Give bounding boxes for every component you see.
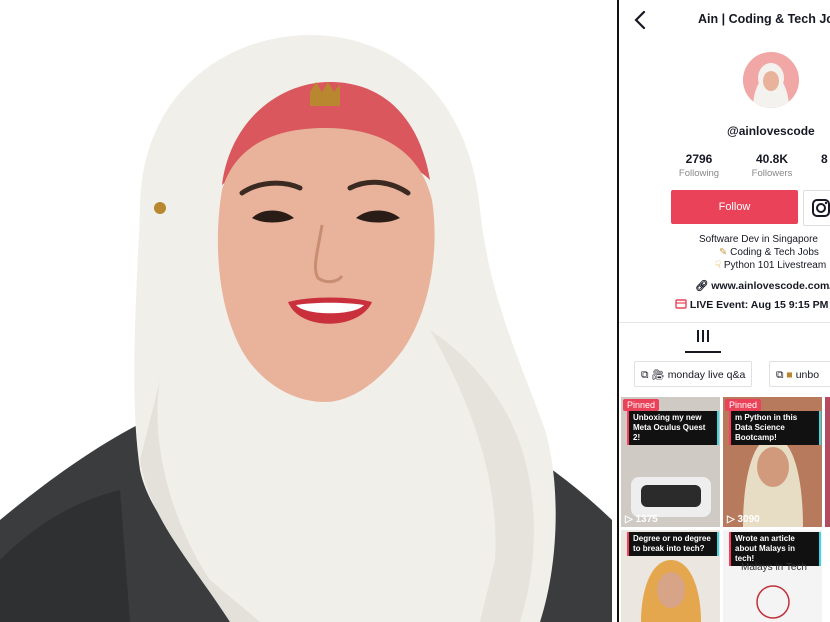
video-tile-1[interactable]: Pinned Unboxing my new Meta Oculus Quest… — [621, 397, 720, 527]
pointing-down-emoji-icon: ☟ — [715, 260, 722, 271]
view-count-value: 1375 — [635, 514, 658, 525]
link-icon: 🔗︎ — [695, 280, 709, 292]
stat-followers-value: 40.8K — [755, 152, 789, 166]
play-icon: ▷ — [625, 514, 633, 525]
follow-button[interactable]: Follow — [671, 190, 798, 224]
playlist-chip-unboxing[interactable]: ⧉ ■ unbo — [769, 361, 830, 387]
profile-link-text: www.ainlovescode.com/li — [711, 280, 830, 292]
bio-line-3: ☟ Python 101 Livestream — [715, 260, 826, 271]
pinned-badge: Pinned — [725, 399, 762, 411]
video-tile-3[interactable]: Degree or no degree to break into tech? — [621, 530, 720, 622]
bio-line-3-text: Python 101 Livestream — [723, 260, 827, 271]
username-handle: @ainlovescode — [727, 124, 815, 138]
view-count: ▷ 1375 — [625, 514, 658, 525]
video-camera-emoji-icon: 🎥︎ — [651, 369, 665, 381]
live-event[interactable]: LIVE Event: Aug 15 9:15 PM — [675, 298, 828, 311]
bio-line-2-text: Coding & Tech Jobs — [730, 247, 819, 258]
video-tile-2[interactable]: Pinned m Python in this Data Science Boo… — [723, 397, 822, 527]
divider — [619, 322, 830, 323]
playlist-chip-label: monday live q&a — [667, 369, 746, 381]
tiktok-profile-screen: Ain | Coding & Tech Jobs @ainlovescode 2… — [617, 0, 830, 622]
profile-link[interactable]: 🔗︎ www.ainlovescode.com/li — [695, 279, 830, 292]
view-count: ▷ 3090 — [727, 514, 760, 525]
profile-title: Ain | Coding & Tech Jobs — [698, 12, 830, 26]
video-caption: Unboxing my new Meta Oculus Quest 2! — [627, 411, 719, 445]
playlist-icon: ⧉ — [641, 369, 649, 381]
video-tile-edge[interactable] — [825, 397, 830, 527]
keyboard-emoji-icon: ✎ — [719, 247, 728, 258]
video-caption: Degree or no degree to break into tech? — [627, 532, 719, 556]
bio-line-1: Software Dev in Singapore — [699, 234, 818, 245]
pinned-badge: Pinned — [623, 399, 660, 411]
stat-following[interactable]: 2796 Following — [677, 152, 721, 179]
stat-following-label: Following — [678, 168, 720, 179]
portrait-photo — [0, 0, 612, 622]
package-emoji-icon: ■ — [786, 369, 793, 381]
video-tile-4[interactable]: Wrote an article about Malays in tech! M… — [723, 530, 822, 622]
video-caption: m Python in this Data Science Bootcamp! — [729, 411, 821, 445]
bio-line-2: ✎ Coding & Tech Jobs — [719, 247, 819, 258]
stat-following-value: 2796 — [685, 152, 713, 166]
stat-likes-value: 8 — [821, 152, 828, 166]
calendar-icon — [675, 299, 687, 309]
video-caption: Wrote an article about Malays in tech! — [729, 532, 821, 566]
stat-followers[interactable]: 40.8K Followers — [747, 152, 797, 179]
back-arrow-icon[interactable] — [631, 9, 649, 31]
instagram-icon — [812, 199, 830, 217]
avatar-photo-icon — [743, 52, 799, 108]
playlist-chip-label: unbo — [795, 369, 820, 381]
instagram-button[interactable] — [803, 190, 830, 226]
stat-likes[interactable]: 8 — [821, 152, 830, 168]
thumbnail-title: Malays in Tech — [741, 562, 807, 573]
active-tab-indicator — [685, 351, 721, 353]
playlist-chip-monday-live[interactable]: ⧉ 🎥︎ monday live q&a — [634, 361, 753, 387]
playlist-icon: ⧉ — [776, 369, 784, 381]
portrait-illustration — [0, 35, 612, 622]
stat-followers-label: Followers — [751, 168, 793, 179]
top-bar: Ain | Coding & Tech Jobs — [619, 0, 830, 40]
play-icon: ▷ — [727, 514, 735, 525]
avatar[interactable] — [743, 52, 799, 108]
videos-grid-tab-icon[interactable] — [697, 330, 709, 342]
live-event-text: LIVE Event: Aug 15 9:15 PM — [689, 299, 829, 311]
view-count-value: 3090 — [737, 514, 760, 525]
